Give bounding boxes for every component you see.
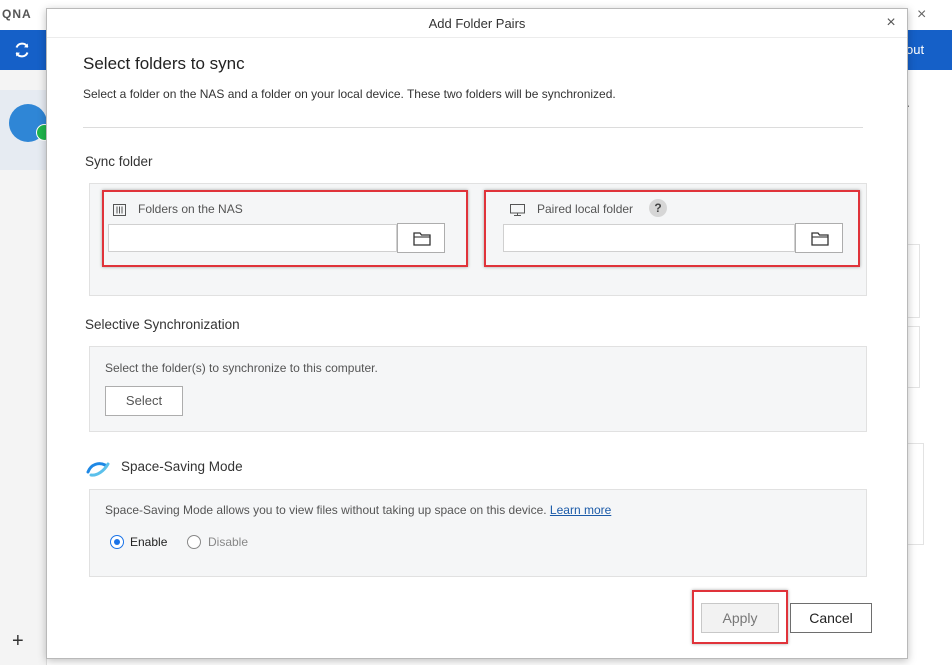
space-saving-panel: Space-Saving Mode allows you to view fil… — [89, 489, 867, 577]
apply-highlight — [692, 590, 788, 644]
dialog-heading: Select folders to sync — [83, 54, 245, 73]
add-folder-pairs-dialog: Add Folder Pairs × Select folders to syn… — [46, 8, 908, 659]
cancel-button[interactable]: Cancel — [790, 603, 872, 633]
app-close-icon[interactable]: × — [917, 6, 926, 24]
disable-radio[interactable] — [187, 535, 201, 549]
dialog-description: Select a folder on the NAS and a folder … — [83, 87, 616, 101]
sync-nav-button[interactable] — [0, 30, 46, 70]
close-icon[interactable]: × — [881, 13, 901, 33]
sync-folder-label: Sync folder — [85, 154, 153, 169]
bg-card — [906, 244, 920, 318]
sidebar-device-item[interactable] — [0, 90, 53, 170]
dialog-title: Add Folder Pairs — [428, 16, 526, 31]
bg-card — [906, 443, 924, 545]
learn-more-link[interactable]: Learn more — [550, 503, 611, 517]
selective-sync-label: Selective Synchronization — [85, 317, 240, 332]
divider — [83, 127, 863, 128]
enable-radio-label[interactable]: Enable — [130, 535, 167, 549]
space-saving-description-line: Space-Saving Mode allows you to view fil… — [105, 503, 611, 517]
dialog-title-bar: Add Folder Pairs × — [47, 9, 907, 38]
refresh-icon — [15, 42, 29, 58]
local-field-highlight — [484, 190, 860, 267]
space-saving-icon — [85, 458, 111, 483]
disable-radio-label[interactable]: Disable — [208, 535, 248, 549]
logout-label: out — [906, 42, 925, 57]
bg-card — [906, 326, 920, 388]
selective-sync-panel: Select the folder(s) to synchronize to t… — [89, 346, 867, 432]
select-folders-button[interactable]: Select — [105, 386, 183, 416]
enable-radio[interactable] — [110, 535, 124, 549]
space-saving-label: Space-Saving Mode — [121, 459, 243, 474]
selective-sync-description: Select the folder(s) to synchronize to t… — [105, 361, 378, 375]
logout-button[interactable]: out — [906, 30, 952, 70]
nas-field-highlight — [102, 190, 468, 267]
plus-icon[interactable]: + — [12, 630, 24, 653]
space-saving-description: Space-Saving Mode allows you to view fil… — [105, 503, 547, 517]
app-logo: QNA — [2, 7, 32, 21]
